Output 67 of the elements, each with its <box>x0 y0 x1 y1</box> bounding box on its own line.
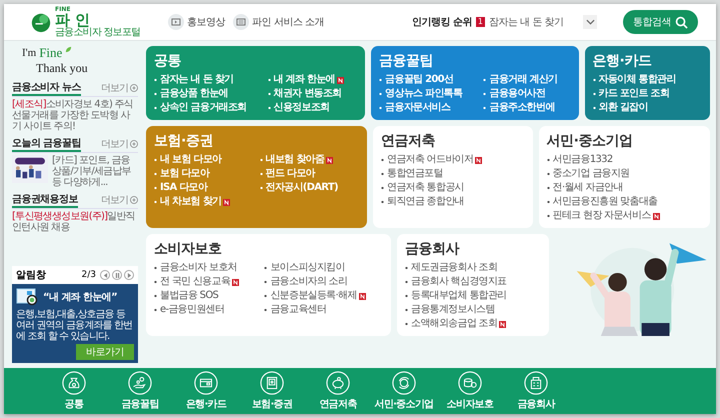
search-icon <box>675 16 688 28</box>
plus-icon <box>130 140 138 148</box>
banner-text: 은행,보험,대출,상호금융 등 여러 권역의 금융계좌를 한번에 조회 할 수 있습니다. <box>16 309 134 342</box>
card-title: 연금저축 <box>381 132 436 150</box>
ranking-link[interactable]: 잠자는 내 돈 찾기 <box>489 15 579 29</box>
pause-button[interactable] <box>112 270 122 280</box>
category-button[interactable]: 소비자보호 <box>440 371 500 411</box>
ranking-label: 인기랭킹 순위 <box>412 16 472 29</box>
card-title: 소비자보호 <box>154 240 222 258</box>
section-title: 금융권채용정보 <box>12 192 78 208</box>
banner[interactable]: “내 계좌 한눈에” 은행,보험,대출,상호금융 등 여러 권역의 금융계좌를 한번에 조회 할 수 있습니다. 바로가기 <box>12 284 138 363</box>
card-title: 은행·카드 <box>592 52 652 70</box>
go-button[interactable]: 바로가기 <box>76 344 134 360</box>
card-title: 보험·증권 <box>154 132 214 150</box>
document-icon <box>233 14 250 30</box>
logo-title: 파 인 <box>55 12 90 28</box>
money-bag-icon <box>62 371 86 395</box>
more-link[interactable]: 더보기 <box>101 193 138 208</box>
plus-icon <box>130 84 138 92</box>
safe-icon <box>260 371 284 395</box>
video-icon <box>168 14 184 30</box>
search-button[interactable]: 통합검색 <box>623 10 698 34</box>
dropdown-button[interactable] <box>583 15 597 29</box>
previous-icon <box>102 272 108 278</box>
next-button[interactable] <box>124 270 134 280</box>
leaf-icon <box>65 46 72 53</box>
building-icon <box>524 371 548 395</box>
category-button[interactable]: 은행·카드 <box>176 371 236 411</box>
logo-icon <box>30 11 52 33</box>
notice-title: 알림창 <box>16 269 47 282</box>
coins-icon <box>458 371 482 395</box>
account-search-icon <box>16 287 40 307</box>
nav-link[interactable]: 홍보영상 <box>168 14 226 30</box>
news-text[interactable]: [투신평생생성보원(주)]일반직 인턴사원 채용 <box>12 211 138 234</box>
logo-subtitle: 금융소비자 정보포털 <box>55 28 140 38</box>
category-button[interactable]: 연금저축 <box>308 371 368 411</box>
pause-icon <box>114 272 120 278</box>
category-button[interactable]: 금융꿀팁 <box>110 371 170 411</box>
more-link[interactable]: 더보기 <box>101 81 138 96</box>
category-button[interactable]: 서민·중소기업 <box>374 371 434 411</box>
greeting-highlight: Fine <box>39 46 62 60</box>
news-text[interactable]: [세조식]소비자경보 4호) 주식선물거래를 가장한 도박형 사기 사이트 주의! <box>12 99 138 132</box>
card-title: 금융꿀팁 <box>379 52 434 70</box>
rank-number: 1 <box>476 17 485 27</box>
more-link[interactable]: 더보기 <box>101 137 138 152</box>
greeting-text: Thank you <box>35 60 88 75</box>
section-title: 금융소비자 뉴스 <box>12 80 81 96</box>
banner-title: “내 계좌 한눈에” <box>43 291 118 304</box>
greeting-text: I'm <box>22 48 36 60</box>
category-button[interactable]: 보험·증권 <box>242 371 302 411</box>
cycle-coin-icon <box>392 371 416 395</box>
chevron-down-icon <box>586 19 594 25</box>
piggy-bank-icon <box>326 371 350 395</box>
category-button[interactable]: 금융회사 <box>506 371 566 411</box>
category-button[interactable]: 공통 <box>44 371 104 411</box>
card-title: 금융회사 <box>405 240 460 258</box>
next-icon <box>126 272 132 278</box>
section-title: 오늘의 금융꿀팁 <box>12 136 81 152</box>
card-title: 공통 <box>154 52 182 70</box>
news-text[interactable]: [카드] 포인트, 금융상품/기부/세금납부 등 다양하게... <box>52 155 138 188</box>
previous-button[interactable] <box>100 270 110 280</box>
plus-icon <box>130 196 138 204</box>
hand-coin-icon <box>128 371 152 395</box>
page-counter: 2/3 <box>82 270 96 280</box>
nav-link[interactable]: 파인 서비스 소개 <box>233 14 324 30</box>
card-title: 서민·중소기업 <box>546 132 634 150</box>
card-icon <box>194 371 218 395</box>
